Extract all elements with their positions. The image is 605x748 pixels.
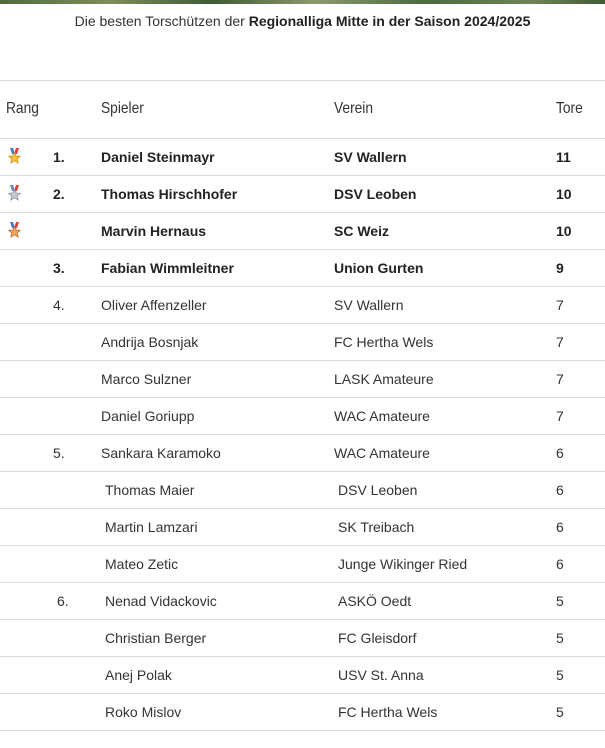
player-cell: Roko Mislov (105, 704, 182, 720)
table-row: Anej Polak USV St. Anna 5 (0, 657, 605, 694)
header-goals[interactable]: Tore (556, 100, 583, 118)
goals-cell: 5 (556, 667, 564, 683)
club-cell: FC Hertha Wels (334, 334, 434, 350)
player-cell: Daniel Goriupp (101, 408, 195, 424)
goals-cell: 11 (556, 149, 571, 165)
bronze-medal-icon (7, 222, 22, 238)
table-header: Rang Spieler Verein Tore (0, 80, 605, 139)
rank-cell: 1. (53, 149, 65, 165)
scorers-table: Rang Spieler Verein Tore 1. Daniel Steinm… (0, 80, 605, 731)
club-cell: SC Weiz (334, 223, 389, 239)
club-cell: Union Gurten (334, 260, 424, 276)
goals-cell: 9 (556, 260, 564, 276)
player-cell: Anej Polak (105, 667, 172, 683)
table-row: Marvin Hernaus SC Weiz 10 (0, 213, 605, 250)
player-cell: Christian Berger (105, 630, 207, 646)
table-row: 1. Daniel Steinmayr SV Wallern 11 (0, 139, 605, 176)
club-cell: SV Wallern (334, 297, 404, 313)
rank-cell: 2. (53, 186, 65, 202)
rank-cell: 3. (53, 260, 65, 276)
club-cell: USV St. Anna (338, 667, 424, 683)
table-row: Marco Sulzner LASK Amateure 7 (0, 361, 605, 398)
page-title: Die besten Torschützen der Regionalliga … (0, 13, 605, 29)
club-cell: Junge Wikinger Ried (338, 556, 468, 572)
club-cell: SV Wallern (334, 149, 407, 165)
goals-cell: 5 (556, 593, 564, 609)
caption-prefix: Die besten Torschützen der (74, 13, 249, 29)
player-cell: Marvin Hernaus (101, 223, 207, 239)
club-cell: LASK Amateure (334, 371, 434, 387)
table-body: 1. Daniel Steinmayr SV Wallern 11 2. Thomas H… (0, 139, 605, 731)
header-club[interactable]: Verein (334, 100, 373, 118)
player-cell: Thomas Hirschhofer (101, 186, 238, 202)
player-cell: Marco Sulzner (101, 371, 192, 387)
club-cell: ASKÖ Oedt (338, 593, 412, 609)
table-row: Mateo Zetic Junge Wikinger Ried 6 (0, 546, 605, 583)
club-cell: DSV Leoben (334, 186, 417, 202)
table-row: 5. Sankara Karamoko WAC Amateure 6 (0, 435, 605, 472)
player-cell: Oliver Affenzeller (101, 297, 207, 313)
player-cell: Nenad Vidackovic (105, 593, 217, 609)
table-row: Roko Mislov FC Hertha Wels 5 (0, 694, 605, 731)
table-row: Andrija Bosnjak FC Hertha Wels 7 (0, 324, 605, 361)
club-cell: FC Gleisdorf (338, 630, 417, 646)
club-cell: WAC Amateure (334, 408, 430, 424)
player-cell: Andrija Bosnjak (101, 334, 199, 350)
goals-cell: 6 (556, 445, 564, 461)
goals-cell: 7 (556, 408, 564, 424)
table-row: Daniel Goriupp WAC Amateure 7 (0, 398, 605, 435)
caption-league: Regionalliga Mitte in der Saison 2024/20… (248, 13, 531, 29)
table-row: Martin Lamzari SK Treibach 6 (0, 509, 605, 546)
rank-cell: 4. (53, 297, 65, 313)
table-row: 6. Nenad Vidackovic ASKÖ Oedt 5 (0, 583, 605, 620)
club-cell: FC Hertha Wels (338, 704, 438, 720)
goals-cell: 5 (556, 704, 564, 720)
goals-cell: 7 (556, 371, 564, 387)
table-row: Thomas Maier DSV Leoben 6 (0, 472, 605, 509)
table-row: 4. Oliver Affenzeller SV Wallern 7 (0, 287, 605, 324)
goals-cell: 7 (556, 297, 564, 313)
player-cell: Thomas Maier (105, 482, 195, 498)
goals-cell: 6 (556, 556, 564, 572)
club-cell: WAC Amateure (334, 445, 430, 461)
header-rank[interactable]: Rang (6, 100, 39, 118)
rank-cell: 5. (53, 445, 65, 461)
header-image-strip (0, 0, 605, 4)
goals-cell: 10 (556, 186, 572, 202)
table-row: 2. Thomas Hirschhofer DSV Leoben 10 (0, 176, 605, 213)
player-cell: Martin Lamzari (105, 519, 198, 535)
goals-cell: 5 (556, 630, 564, 646)
gold-medal-icon (7, 148, 22, 164)
rank-cell: 6. (57, 593, 69, 609)
table-row: 3. Fabian Wimmleitner Union Gurten 9 (0, 250, 605, 287)
player-cell: Fabian Wimmleitner (101, 260, 234, 276)
club-cell: SK Treibach (338, 519, 415, 535)
player-cell: Sankara Karamoko (101, 445, 221, 461)
goals-cell: 7 (556, 334, 564, 350)
table-row: Christian Berger FC Gleisdorf 5 (0, 620, 605, 657)
goals-cell: 6 (556, 519, 564, 535)
goals-cell: 10 (556, 223, 572, 239)
player-cell: Daniel Steinmayr (101, 149, 215, 165)
club-cell: DSV Leoben (338, 482, 418, 498)
header-player[interactable]: Spieler (101, 100, 144, 118)
player-cell: Mateo Zetic (105, 556, 179, 572)
silver-medal-icon (7, 185, 22, 201)
goals-cell: 6 (556, 482, 564, 498)
